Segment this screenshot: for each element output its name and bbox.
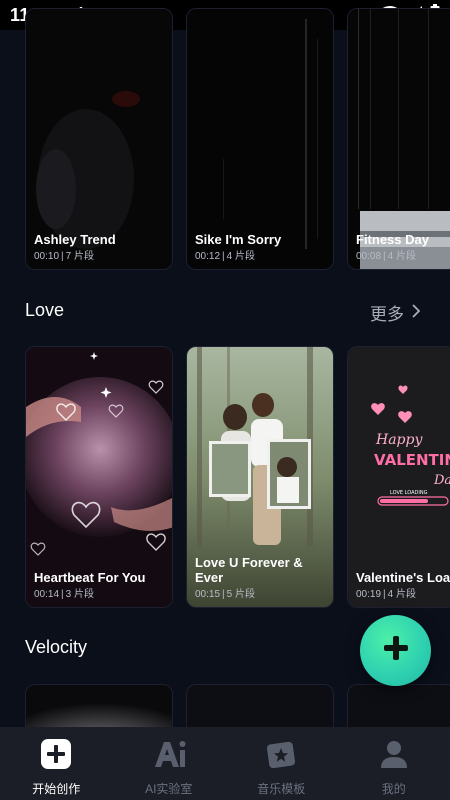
card-meta: 00:14 | 3 片段	[34, 589, 94, 600]
nav-label: 我的	[381, 782, 406, 796]
valentine-valentin-text: VALENTIN	[374, 451, 450, 469]
template-card-valentines[interactable]: Happy VALENTIN Da LOVE LOADING Valentine…	[347, 346, 450, 608]
card-title: Fitness Day	[356, 232, 429, 247]
nav-item-ai-lab[interactable]: AI实验室	[113, 727, 226, 800]
card-preview	[348, 9, 450, 269]
nav-item-profile[interactable]: 我的	[338, 727, 450, 800]
section-title-love: Love	[25, 300, 65, 320]
section-title-velocity: Velocity	[25, 637, 88, 657]
card-title: Heartbeat For You	[34, 570, 146, 585]
valentine-day-text: Da	[433, 473, 450, 488]
more-link[interactable]: 更多	[370, 300, 421, 325]
valentine-loading-text: LOVE LOADING	[390, 490, 428, 496]
plus-icon	[381, 633, 411, 668]
card-title: Love U Forever & Ever	[195, 555, 303, 585]
card-meta: 00:10 | 7 片段	[34, 251, 94, 262]
ai-icon	[152, 739, 186, 774]
plus-icon	[41, 739, 72, 774]
bottom-nav: 开始创作 AI实验室 音乐模板 我的	[0, 727, 450, 800]
template-card-ashley-trend[interactable]: Ashley Trend 00:10 | 7 片段	[25, 8, 173, 270]
template-card-sike-im-sorry[interactable]: Sike I'm Sorry 00:12 | 4 片段	[186, 8, 334, 270]
card-meta: 00:19 | 4 片段	[356, 589, 416, 600]
card-title: Sike I'm Sorry	[195, 232, 282, 247]
nav-item-music-templates[interactable]: 音乐模板	[225, 727, 338, 800]
nav-label: AI实验室	[145, 782, 193, 796]
card-meta: 00:08 | 4 片段	[356, 251, 416, 262]
card-preview	[187, 9, 333, 269]
template-card-fitness-day[interactable]: Fitness Day 00:08 | 4 片段	[347, 8, 450, 270]
more-label: 更多	[370, 305, 404, 324]
template-card-heartbeat-for-you[interactable]: Heartbeat For You 00:14 | 3 片段	[25, 346, 173, 608]
valentine-happy-text: Happy	[375, 432, 423, 448]
create-fab-button[interactable]	[360, 615, 431, 686]
nav-label: 开始创作	[32, 782, 81, 796]
card-preview	[26, 9, 172, 269]
card-title: Ashley Trend	[34, 232, 116, 247]
nav-item-create[interactable]: 开始创作	[0, 727, 113, 800]
card-preview: Happy VALENTIN Da LOVE LOADING	[348, 347, 450, 607]
card-meta: 00:12 | 4 片段	[195, 251, 255, 262]
chevron-right-icon	[412, 303, 421, 323]
card-meta: 00:15 | 5 片段	[195, 589, 255, 600]
card-preview	[26, 347, 172, 607]
card-title: Valentine's Loa	[356, 570, 450, 585]
star-template-icon	[266, 739, 296, 774]
template-card-love-u-forever[interactable]: Love U Forever & Ever 00:15 | 5 片段	[186, 346, 334, 608]
user-icon	[379, 739, 409, 774]
nav-label: 音乐模板	[257, 782, 306, 796]
